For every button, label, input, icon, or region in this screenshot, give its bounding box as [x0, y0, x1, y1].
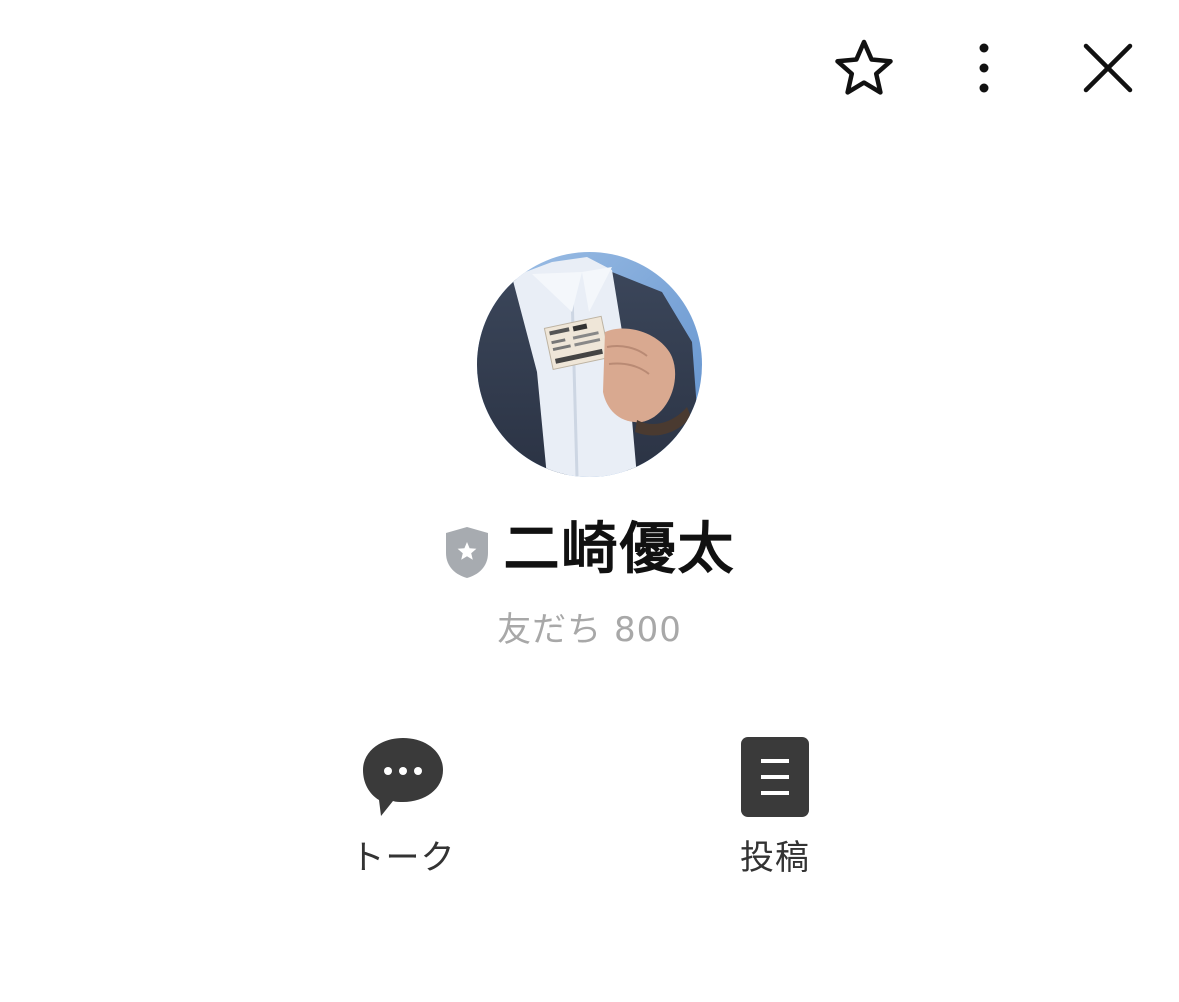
post-document-icon: [741, 737, 809, 817]
vertical-ellipsis-icon: [979, 43, 989, 93]
close-x-icon: [1083, 43, 1133, 93]
profile-name-row: 二崎優太: [0, 510, 1179, 590]
official-shield-star-icon: [445, 527, 488, 578]
post-button[interactable]: 投稿: [675, 732, 875, 882]
chat-bubble-icon: [363, 738, 443, 816]
favorite-button[interactable]: [826, 30, 902, 106]
talk-button[interactable]: トーク: [303, 732, 503, 882]
talk-label: トーク: [350, 838, 456, 878]
more-options-button[interactable]: [952, 30, 1016, 106]
avatar-photo: [477, 252, 702, 477]
post-label: 投稿: [740, 838, 810, 878]
friends-count: 友だち 800: [497, 610, 682, 650]
close-button[interactable]: [1070, 30, 1146, 106]
star-outline-icon: [835, 39, 893, 95]
profile-name: 二崎優太: [503, 517, 736, 582]
profile-avatar[interactable]: [477, 252, 702, 477]
